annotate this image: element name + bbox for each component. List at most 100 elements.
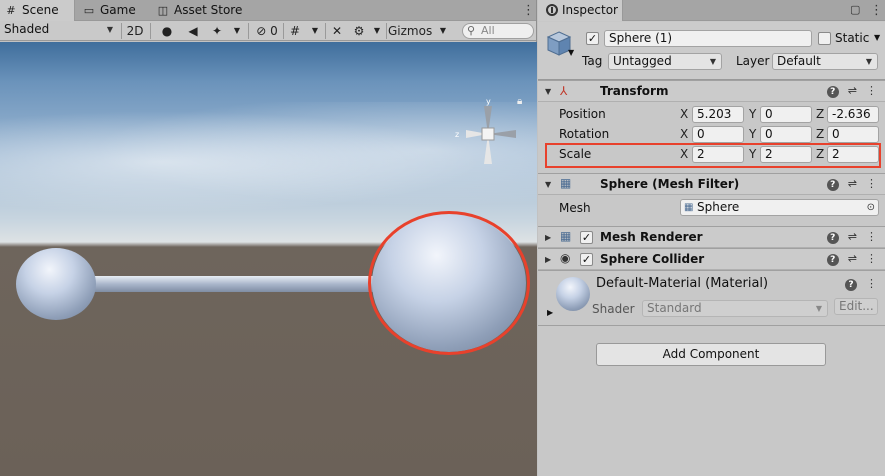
- mesh-label: Mesh: [559, 201, 591, 215]
- grid-toggle-button[interactable]: #: [286, 22, 304, 40]
- mesh-renderer-icon: ▦: [560, 229, 572, 243]
- hidden-objects-toggle[interactable]: ⊘ 0: [252, 22, 282, 40]
- chevron-down-icon: ▼: [865, 57, 872, 66]
- tools-dropdown[interactable]: ▼: [370, 22, 384, 40]
- toolbar-divider: [150, 23, 151, 39]
- rotation-y-axis[interactable]: Y: [749, 127, 756, 141]
- transform-header[interactable]: ▼ ⅄ Transform ? ⇌ ⋮: [538, 80, 885, 102]
- orientation-gizmo[interactable]: y z: [452, 98, 524, 170]
- rotation-x-axis[interactable]: X: [680, 127, 688, 141]
- small-sphere-object[interactable]: [16, 248, 96, 320]
- shader-label: Shader: [592, 302, 635, 316]
- sphere-collider-enabled-checkbox[interactable]: ✓: [580, 253, 593, 266]
- mesh-filter-header[interactable]: ▼ ▦ Sphere (Mesh Filter) ? ⇌ ⋮: [538, 173, 885, 195]
- gizmos-button[interactable]: Gizmos: [388, 22, 432, 40]
- shader-dropdown[interactable]: Standard ▼: [642, 300, 828, 317]
- transform-icon: ⅄: [560, 84, 568, 98]
- help-icon[interactable]: ?: [826, 232, 839, 244]
- rotation-x-field[interactable]: 0: [692, 126, 744, 143]
- layer-label: Layer: [736, 54, 770, 68]
- component-actions: ? ⇌ ⋮: [818, 84, 877, 98]
- effects-dropdown[interactable]: ▼: [230, 22, 244, 40]
- scene-menu-icon[interactable]: ⋮: [522, 3, 535, 18]
- scene-search-input[interactable]: ⚲ All: [462, 23, 534, 39]
- mesh-renderer-header[interactable]: ▶ ▦ ✓ Mesh Renderer ? ⇌ ⋮: [538, 226, 885, 248]
- mesh-renderer-enabled-checkbox[interactable]: ✓: [580, 231, 593, 244]
- position-x-field[interactable]: 5.203: [692, 106, 744, 123]
- chevron-down-icon[interactable]: ▼: [568, 48, 574, 57]
- tools-button[interactable]: ✕: [328, 22, 346, 40]
- position-y-axis[interactable]: Y: [749, 107, 756, 121]
- gizmos-dropdown[interactable]: ▼: [436, 22, 450, 40]
- presets-icon[interactable]: ⇌: [848, 84, 857, 97]
- object-picker-icon[interactable]: ⊙: [867, 200, 875, 215]
- lock-icon[interactable]: ▢: [850, 3, 860, 16]
- mesh-renderer-title: Mesh Renderer: [600, 230, 703, 244]
- layer-dropdown[interactable]: Default ▼: [772, 53, 878, 70]
- lock-icon[interactable]: 🔒︎: [517, 96, 522, 107]
- chevron-down-icon: ▼: [106, 25, 113, 34]
- sphere-collider-header[interactable]: ▶ ◉ ✓ Sphere Collider ? ⇌ ⋮: [538, 248, 885, 270]
- material-preview-icon: [556, 277, 590, 311]
- rotation-z-field[interactable]: 0: [827, 126, 879, 143]
- component-actions: ? ⇌ ⋮: [818, 177, 877, 191]
- chevron-down-icon[interactable]: ▼: [874, 33, 880, 42]
- presets-icon[interactable]: ⇌: [848, 230, 857, 243]
- menu-icon[interactable]: ⋮: [866, 84, 877, 97]
- scene-viewport[interactable]: y z 🔒︎: [0, 42, 537, 476]
- 2d-toggle-button[interactable]: 2D: [124, 22, 146, 40]
- effects-toggle-button[interactable]: ✦: [208, 22, 226, 40]
- menu-icon[interactable]: ⋮: [866, 277, 877, 290]
- static-checkbox[interactable]: [818, 32, 831, 45]
- bag-icon: ◫: [157, 4, 169, 17]
- position-z-axis[interactable]: Z: [816, 107, 824, 121]
- lighting-toggle-button[interactable]: ●: [158, 22, 176, 40]
- help-icon[interactable]: ?: [826, 179, 839, 191]
- tab-asset-store-label: Asset Store: [174, 3, 243, 17]
- component-tools-button[interactable]: ⚙: [350, 22, 368, 40]
- object-name-field[interactable]: Sphere (1): [604, 30, 812, 47]
- object-active-checkbox[interactable]: ✓: [586, 32, 599, 45]
- presets-icon[interactable]: ⇌: [848, 252, 857, 265]
- tools-settings-icon: ⚙: [353, 24, 365, 38]
- tab-game[interactable]: ▭ Game: [78, 0, 153, 21]
- position-x-axis[interactable]: X: [680, 107, 688, 121]
- eye-slash-icon: ⊘: [256, 24, 267, 38]
- menu-icon[interactable]: ⋮: [866, 252, 877, 265]
- presets-icon[interactable]: ⇌: [848, 177, 857, 190]
- menu-icon[interactable]: ⋮: [866, 177, 877, 190]
- help-icon[interactable]: ?: [826, 254, 839, 266]
- mesh-filter-title: Sphere (Mesh Filter): [600, 177, 740, 191]
- grid-dropdown[interactable]: ▼: [308, 22, 322, 40]
- rotation-z-axis[interactable]: Z: [816, 127, 824, 141]
- tab-scene[interactable]: # Scene: [0, 0, 75, 21]
- help-icon[interactable]: ?: [845, 279, 857, 291]
- position-z-field[interactable]: -2.636: [827, 106, 879, 123]
- mesh-object-field[interactable]: ▦ Sphere ⊙: [680, 199, 879, 216]
- help-icon[interactable]: ?: [826, 86, 839, 98]
- foldout-closed-icon[interactable]: ▶: [547, 308, 553, 317]
- transform-title: Transform: [600, 84, 669, 98]
- shading-mode-dropdown[interactable]: Shaded ▼: [0, 22, 118, 39]
- inspector-tab-label: Inspector: [562, 3, 618, 17]
- position-y-field[interactable]: 0: [760, 106, 812, 123]
- audio-toggle-button[interactable]: ◀: [184, 22, 202, 40]
- tab-inspector[interactable]: Inspector: [538, 0, 623, 21]
- search-icon: ⚲: [467, 24, 476, 37]
- foldout-open-icon: ▼: [545, 87, 552, 96]
- mesh-value: Sphere: [697, 200, 740, 214]
- menu-icon[interactable]: ⋮: [866, 230, 877, 243]
- tag-value: Untagged: [613, 54, 672, 68]
- static-label: Static: [835, 31, 870, 45]
- tab-asset-store[interactable]: ◫ Asset Store: [152, 0, 262, 21]
- tab-game-label: Game: [100, 3, 136, 17]
- inspector-menu-icon[interactable]: ⋮: [870, 3, 883, 18]
- rotation-y-field[interactable]: 0: [760, 126, 812, 143]
- connector-bar-object[interactable]: [85, 276, 385, 292]
- grid-icon: #: [289, 24, 301, 38]
- tag-dropdown[interactable]: Untagged ▼: [608, 53, 722, 70]
- add-component-button[interactable]: Add Component: [596, 343, 826, 366]
- shader-edit-button[interactable]: Edit...: [834, 298, 878, 315]
- foldout-closed-icon: ▶: [545, 233, 552, 242]
- toolbar-divider: [121, 23, 122, 39]
